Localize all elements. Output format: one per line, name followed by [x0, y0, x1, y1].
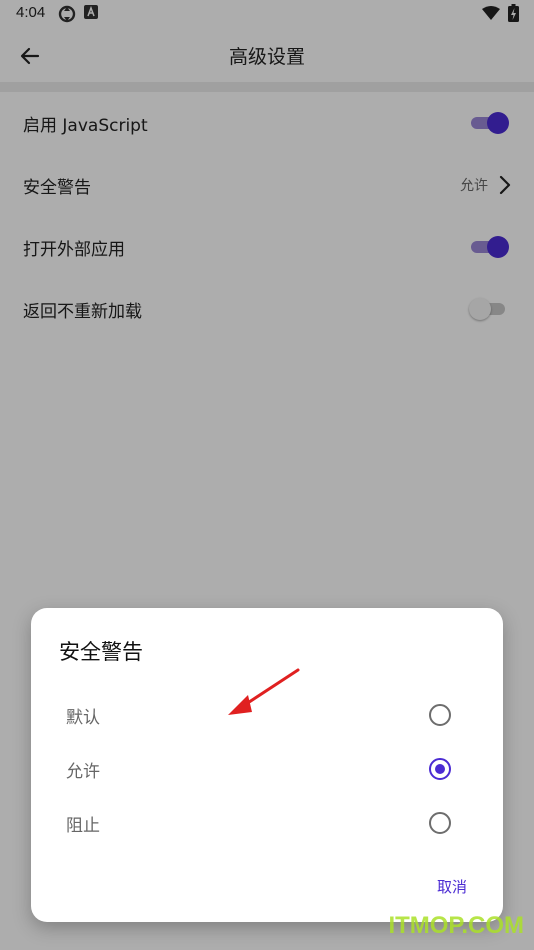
cancel-button[interactable]: 取消	[437, 876, 467, 897]
radio-button[interactable]	[429, 812, 451, 834]
option-label: 默认	[66, 708, 100, 728]
watermark: ITMOP.COM	[388, 912, 524, 939]
screen: 4:04 高级设置 启用 JavaScript 安全警告 允许 打开外部应用 返…	[0, 0, 534, 950]
option-allow[interactable]: 允许	[31, 742, 503, 796]
dialog-title: 安全警告	[59, 640, 143, 664]
radio-button[interactable]	[429, 704, 451, 726]
option-label: 允许	[66, 762, 100, 782]
radio-button-selected[interactable]	[429, 758, 451, 780]
security-warning-dialog: 安全警告 默认 允许 阻止 取消	[31, 608, 503, 922]
option-block[interactable]: 阻止	[31, 796, 503, 850]
annotation-arrow-icon	[228, 668, 300, 715]
option-label: 阻止	[66, 816, 100, 836]
